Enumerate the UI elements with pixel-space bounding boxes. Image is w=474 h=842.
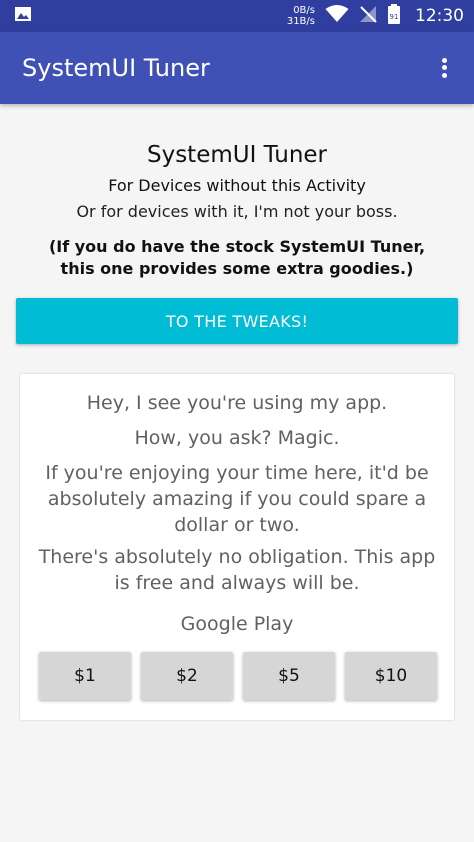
donate-2-button[interactable]: $2: [141, 652, 233, 700]
status-right: 0B/s 31B/s 91 12:30: [287, 3, 464, 29]
overflow-dot: [441, 58, 447, 64]
intro-title: SystemUI Tuner: [146, 142, 327, 168]
overflow-menu-icon[interactable]: [432, 53, 456, 83]
donate-1-button[interactable]: $1: [39, 652, 131, 700]
intro-subtitle-1: For Devices without this Activity: [108, 176, 366, 195]
intro-note: (If you do have the stock SystemUI Tuner…: [0, 236, 474, 280]
donate-card: Hey, I see you're using my app. How, you…: [20, 374, 454, 720]
app-title: SystemUI Tuner: [22, 54, 210, 82]
app-bar: SystemUI Tuner: [0, 32, 474, 104]
google-play-label: Google Play: [180, 613, 294, 635]
net-up-speed: 31B/s: [286, 16, 315, 27]
wifi-icon: [325, 4, 349, 28]
donate-amount-row: $1 $2 $5 $10: [39, 652, 437, 700]
overflow-dot: [441, 65, 447, 71]
intro-subtitle-2: Or for devices with it, I'm not your bos…: [76, 202, 398, 221]
intro-note-line-1: (If you do have the stock SystemUI Tuner…: [48, 237, 426, 256]
overflow-dot: [441, 72, 447, 78]
image-icon: [14, 6, 32, 27]
battery-icon: 91: [387, 3, 401, 29]
donate-magic: How, you ask? Magic.: [134, 427, 340, 449]
status-bar: 0B/s 31B/s 91 12:30: [0, 0, 474, 32]
to-the-tweaks-button[interactable]: TO THE TWEAKS!: [16, 298, 458, 344]
status-left: [14, 6, 32, 27]
network-speed: 0B/s 31B/s: [287, 5, 315, 27]
donate-no-obligation: There's absolutely no obligation. This a…: [38, 546, 436, 594]
donate-ask: If you're enjoying your time here, it'd …: [45, 462, 429, 536]
no-signal-icon: [359, 5, 377, 28]
battery-level: 91: [390, 13, 399, 21]
net-down-speed: 0B/s: [293, 5, 315, 16]
intro-note-line-2: this one provides some extra goodies.): [60, 259, 414, 278]
donate-5-button[interactable]: $5: [243, 652, 335, 700]
donate-10-button[interactable]: $10: [345, 652, 437, 700]
clock: 12:30: [415, 6, 464, 26]
donate-greeting: Hey, I see you're using my app.: [86, 392, 388, 414]
